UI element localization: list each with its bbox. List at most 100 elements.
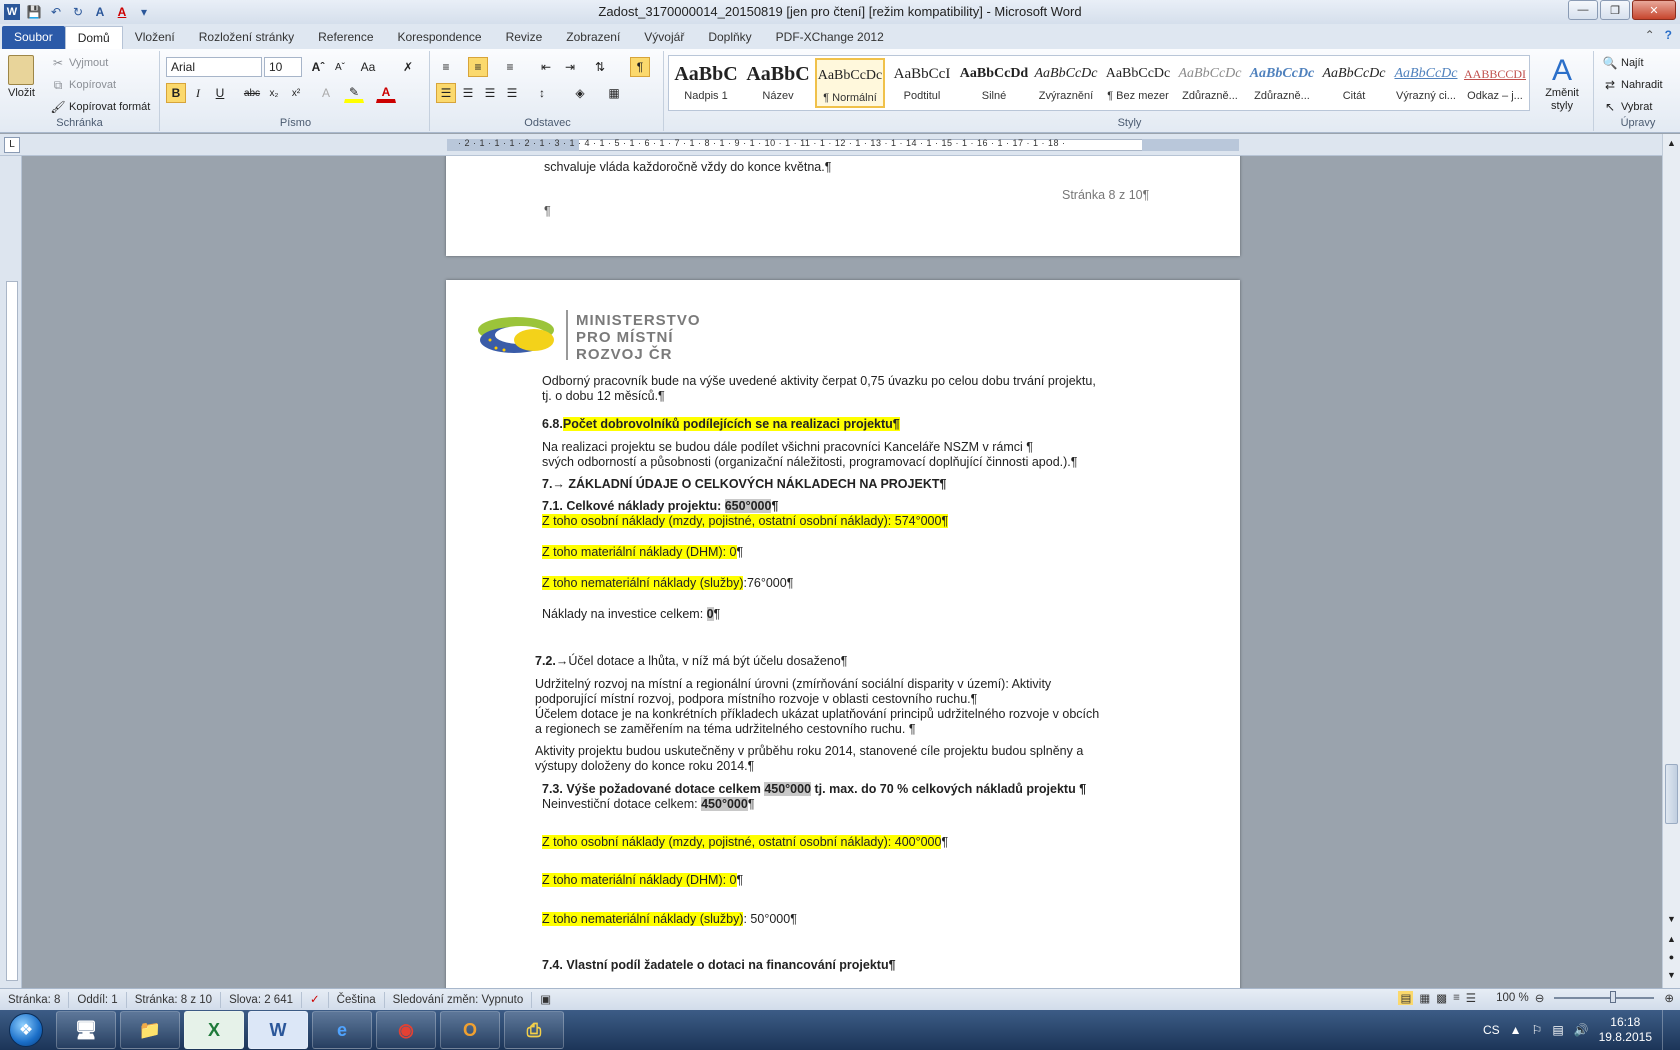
- taskbar-outlook-icon[interactable]: O: [440, 1011, 500, 1049]
- superscript-button[interactable]: x²: [286, 83, 306, 103]
- line-spacing-button[interactable]: ↕: [532, 83, 552, 103]
- vertical-ruler[interactable]: [0, 156, 22, 988]
- italic-button[interactable]: I: [188, 83, 208, 103]
- vertical-scrollbar[interactable]: ▲ ▼ ▲ ● ▼: [1662, 134, 1680, 988]
- tray-volume-icon[interactable]: 🔊: [1574, 1023, 1589, 1037]
- tab-developer[interactable]: Vývojář: [632, 26, 696, 49]
- bullets-button[interactable]: ≡: [436, 57, 456, 77]
- taskbar-excel-icon[interactable]: X: [184, 1011, 244, 1049]
- style-subtitle[interactable]: AaBbCcI Podtitul: [887, 58, 957, 108]
- status-language[interactable]: Čeština: [329, 991, 385, 1008]
- taskbar-chrome-icon[interactable]: ◉: [376, 1011, 436, 1049]
- zoom-slider[interactable]: [1554, 991, 1655, 1003]
- font-color-icon[interactable]: A: [114, 4, 130, 20]
- show-marks-button[interactable]: ¶: [630, 57, 650, 77]
- status-track-changes[interactable]: Sledování změn: Vypnuto: [385, 991, 533, 1008]
- undo-icon[interactable]: ↶: [48, 4, 64, 20]
- style-heading1[interactable]: AaBbC Nadpis 1: [671, 58, 741, 108]
- tab-view[interactable]: Zobrazení: [554, 26, 632, 49]
- taskbar-explorer-icon[interactable]: 📁: [120, 1011, 180, 1049]
- save-icon[interactable]: 💾: [26, 4, 42, 20]
- sort-button[interactable]: ⇅: [590, 57, 610, 77]
- style-intense-emphasis[interactable]: AaBbCcDc Zdůrazně...: [1247, 58, 1317, 108]
- full-screen-reading-icon[interactable]: ▦: [1419, 991, 1430, 1005]
- decrease-indent-button[interactable]: ⇤: [536, 57, 556, 77]
- bold-button[interactable]: B: [166, 83, 186, 103]
- style-strong[interactable]: AaBbCcDd Silné: [959, 58, 1029, 108]
- word-logo-icon[interactable]: W: [4, 4, 20, 20]
- strikethrough-button[interactable]: abc: [242, 83, 262, 103]
- tray-language[interactable]: CS: [1483, 1023, 1500, 1037]
- minimize-button[interactable]: —: [1568, 0, 1598, 20]
- grow-font-button[interactable]: Aˆ: [308, 57, 328, 77]
- justify-button[interactable]: ☰: [502, 83, 522, 103]
- change-styles-button[interactable]: A Změnit styly: [1536, 55, 1588, 113]
- page-8[interactable]: schvaluje vláda každoročně vždy do konce…: [446, 156, 1240, 256]
- next-page-icon[interactable]: ▼: [1665, 970, 1678, 984]
- tab-review[interactable]: Revize: [494, 26, 555, 49]
- taskbar-printer-icon[interactable]: ⎙: [504, 1011, 564, 1049]
- taskbar-word-icon[interactable]: W: [248, 1011, 308, 1049]
- select-button[interactable]: ↖ Vybrat: [1602, 99, 1652, 115]
- zoom-level[interactable]: 100 %: [1496, 992, 1529, 1004]
- close-button[interactable]: ✕: [1632, 0, 1676, 20]
- tab-insert[interactable]: Vložení: [123, 26, 187, 49]
- align-right-button[interactable]: ☰: [480, 83, 500, 103]
- tab-mailings[interactable]: Korespondence: [386, 26, 494, 49]
- taskbar-computer-icon[interactable]: 🖥: [56, 1011, 116, 1049]
- align-center-button[interactable]: ☰: [458, 83, 478, 103]
- align-left-button[interactable]: ☰: [436, 83, 456, 103]
- tab-file[interactable]: Soubor: [2, 26, 65, 49]
- zoom-slider-thumb[interactable]: [1610, 991, 1617, 1003]
- shrink-font-button[interactable]: Aˇ: [330, 57, 350, 77]
- change-case-button[interactable]: Aa: [358, 57, 378, 77]
- print-layout-icon[interactable]: ▤: [1398, 991, 1414, 1005]
- numbering-button[interactable]: ≡: [468, 57, 488, 77]
- text-effects-button[interactable]: A: [316, 83, 336, 103]
- tray-action-center-icon[interactable]: ⚐: [1532, 1023, 1543, 1037]
- outline-icon[interactable]: ≡: [1453, 992, 1460, 1004]
- subscript-button[interactable]: x₂: [264, 83, 284, 103]
- style-quote[interactable]: AaBbCcDc Citát: [1319, 58, 1389, 108]
- style-subtle-reference[interactable]: AABBCCDI Odkaz – j...: [1463, 58, 1527, 108]
- style-intense-quote[interactable]: AaBbCcDc Výrazný ci...: [1391, 58, 1461, 108]
- style-normal[interactable]: AaBbCcDc ¶ Normální: [815, 58, 885, 108]
- browse-object-icon[interactable]: ●: [1665, 952, 1678, 966]
- zoom-out-icon[interactable]: ⊖: [1535, 991, 1545, 1005]
- format-painter-button[interactable]: 🖌 Kopírovat formát: [50, 99, 150, 115]
- style-emphasis[interactable]: AaBbCcDc Zvýraznění: [1031, 58, 1101, 108]
- previous-page-icon[interactable]: ▲: [1665, 934, 1678, 948]
- horizontal-ruler[interactable]: L · 2 · 1 · 1 · 1 · 2 · 1 · 3 · 1 · 4 · …: [0, 134, 1680, 156]
- font-name-dropdown[interactable]: Arial: [166, 57, 262, 77]
- tray-network-icon[interactable]: ▤: [1552, 1023, 1563, 1037]
- clock[interactable]: 16:18 19.8.2015: [1599, 1015, 1652, 1045]
- copy-button[interactable]: ⧉ Kopírovat: [50, 77, 116, 93]
- status-section[interactable]: Oddíl: 1: [69, 991, 127, 1008]
- tab-references[interactable]: Reference: [306, 26, 385, 49]
- tab-addins[interactable]: Doplňky: [696, 26, 763, 49]
- status-words[interactable]: Slova: 2 641: [221, 991, 302, 1008]
- customize-icon[interactable]: ▾: [136, 4, 152, 20]
- tray-arrow-icon[interactable]: ▲: [1510, 1023, 1522, 1037]
- minimize-ribbon-icon[interactable]: ⌃: [1645, 28, 1655, 42]
- clear-formatting-button[interactable]: ✗: [398, 57, 418, 77]
- tab-selector[interactable]: L: [4, 137, 20, 153]
- style-no-spacing[interactable]: AaBbCcDc ¶ Bez mezer: [1103, 58, 1173, 108]
- page-9[interactable]: MINISTERSTVO PRO MÍSTNÍ ROZVOJ ČR Odborn…: [446, 280, 1240, 988]
- document-area[interactable]: schvaluje vláda každoročně vždy do konce…: [22, 156, 1662, 988]
- start-button[interactable]: ❖: [0, 1010, 52, 1050]
- draft-icon[interactable]: ☰: [1466, 991, 1476, 1005]
- scrollbar-thumb[interactable]: [1665, 764, 1678, 824]
- style-subtle-emphasis[interactable]: AaBbCcDc Zdůrazně...: [1175, 58, 1245, 108]
- status-page[interactable]: Stránka: 8: [0, 991, 70, 1008]
- tab-pdf-xchange[interactable]: PDF-XChange 2012: [764, 26, 896, 49]
- proofing-icon[interactable]: ✓: [302, 991, 329, 1008]
- find-button[interactable]: 🔍 Najít: [1602, 55, 1644, 71]
- borders-button[interactable]: ▦: [604, 83, 624, 103]
- font-color-button[interactable]: A: [376, 83, 396, 103]
- increase-indent-button[interactable]: ⇥: [560, 57, 580, 77]
- paste-button[interactable]: Vložit: [8, 55, 35, 99]
- help-icon[interactable]: ?: [1665, 28, 1672, 42]
- zoom-in-icon[interactable]: ⊕: [1664, 991, 1674, 1005]
- style-title[interactable]: AaBbC Název: [743, 58, 813, 108]
